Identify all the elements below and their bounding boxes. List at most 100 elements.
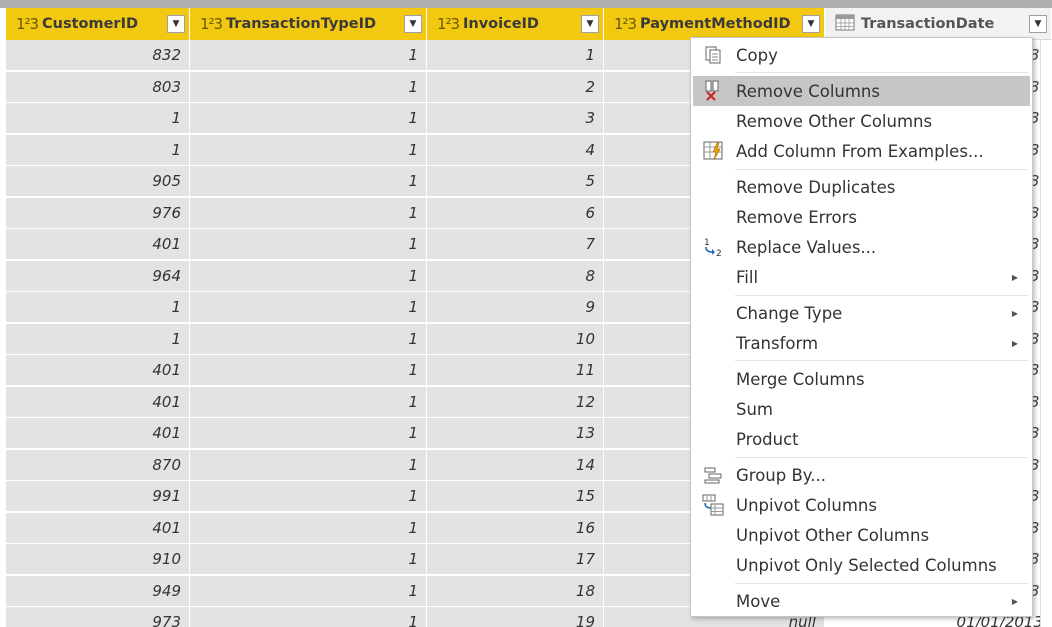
filter-dropdown-icon[interactable]: ▼ — [404, 15, 422, 33]
table-cell-customer[interactable]: 1 — [6, 323, 190, 355]
column-header-customerid[interactable]: 1²3 CustomerID ▼ — [6, 8, 190, 40]
table-cell-type[interactable]: 1 — [190, 512, 427, 544]
table-cell-type[interactable]: 1 — [190, 607, 427, 627]
filter-dropdown-icon[interactable]: ▼ — [167, 15, 185, 33]
menu-item-product[interactable]: Product — [693, 424, 1030, 454]
table-cell-type[interactable]: 1 — [190, 449, 427, 481]
table-cell-customer[interactable]: 964 — [6, 260, 190, 292]
table-cell-type[interactable]: 1 — [190, 71, 427, 103]
table-cell-customer[interactable]: 401 — [6, 355, 190, 386]
calendar-icon[interactable] — [835, 13, 861, 35]
table-cell-invoice[interactable]: 12 — [427, 386, 604, 418]
table-cell-type[interactable]: 1 — [190, 292, 427, 323]
table-cell-customer[interactable]: 910 — [6, 544, 190, 575]
table-cell-customer[interactable]: 1 — [6, 292, 190, 323]
table-cell-customer[interactable]: 905 — [6, 166, 190, 197]
menu-item-unpivot-columns[interactable]: Unpivot Columns — [693, 490, 1030, 520]
menu-item-add-column-from-examples[interactable]: Add Column From Examples... — [693, 136, 1030, 166]
column-header-invoiceid[interactable]: 1²3 InvoiceID ▼ — [427, 8, 604, 40]
whole-number-type-icon[interactable]: 1²3 — [437, 15, 463, 33]
table-cell-type[interactable]: 1 — [190, 575, 427, 607]
table-cell-customer[interactable]: 1 — [6, 134, 190, 166]
menu-item-sum[interactable]: Sum — [693, 394, 1030, 424]
table-cell-customer[interactable]: 973 — [6, 607, 190, 627]
column-header-paymentmethodid[interactable]: 1²3 PaymentMethodID ▼ — [604, 8, 825, 40]
table-cell-customer[interactable]: 949 — [6, 575, 190, 607]
table-cell-type[interactable]: 1 — [190, 197, 427, 229]
table-cell-customer[interactable]: 401 — [6, 512, 190, 544]
column-header-transactiontypeid[interactable]: 1²3 TransactionTypeID ▼ — [190, 8, 427, 40]
table-cell-invoice[interactable]: 7 — [427, 229, 604, 260]
table-cell-customer[interactable]: 401 — [6, 229, 190, 260]
table-cell-invoice[interactable]: 15 — [427, 481, 604, 512]
table-cell-invoice[interactable]: 9 — [427, 292, 604, 323]
menu-item-move[interactable]: Move ▶ — [693, 586, 1030, 616]
table-cell-customer[interactable]: 976 — [6, 197, 190, 229]
menu-item-copy[interactable]: Copy — [693, 40, 1030, 70]
menu-item-replace-values[interactable]: 12 Replace Values... — [693, 232, 1030, 262]
table-cell-customer[interactable]: 991 — [6, 481, 190, 512]
vertical-scrollbar[interactable] — [1040, 40, 1052, 627]
table-cell-invoice[interactable]: 6 — [427, 197, 604, 229]
table-cell-invoice[interactable]: 4 — [427, 134, 604, 166]
table-cell-customer[interactable]: 401 — [6, 386, 190, 418]
menu-item-label: Unpivot Columns — [736, 495, 877, 515]
table-cell-type[interactable]: 1 — [190, 323, 427, 355]
submenu-arrow-icon: ▶ — [1011, 596, 1018, 606]
table-cell-customer[interactable]: 832 — [6, 40, 190, 71]
submenu-arrow-icon: ▶ — [1011, 308, 1018, 318]
filter-dropdown-icon[interactable]: ▼ — [1029, 14, 1047, 33]
table-cell-customer[interactable]: 870 — [6, 449, 190, 481]
table-cell-type[interactable]: 1 — [190, 229, 427, 260]
table-cell-customer[interactable]: 401 — [6, 418, 190, 449]
menu-item-group-by[interactable]: Group By... — [693, 460, 1030, 490]
filter-dropdown-icon[interactable]: ▼ — [581, 15, 599, 33]
menu-item-label: Remove Columns — [736, 81, 880, 101]
table-cell-invoice[interactable]: 5 — [427, 166, 604, 197]
table-cell-invoice[interactable]: 11 — [427, 355, 604, 386]
column-header-transactiondate[interactable]: TransactionDate ▼ — [825, 8, 1052, 40]
menu-item-unpivot-other-columns[interactable]: Unpivot Other Columns — [693, 520, 1030, 550]
table-cell-type[interactable]: 1 — [190, 260, 427, 292]
table-cell-type[interactable]: 1 — [190, 103, 427, 134]
menu-item-remove-other-columns[interactable]: Remove Other Columns — [693, 106, 1030, 136]
table-cell-type[interactable]: 1 — [190, 386, 427, 418]
table-cell-type[interactable]: 1 — [190, 544, 427, 575]
menu-item-label: Transform — [736, 333, 819, 353]
menu-item-label: Remove Duplicates — [736, 177, 896, 197]
table-cell-customer[interactable]: 803 — [6, 71, 190, 103]
table-cell-invoice[interactable]: 16 — [427, 512, 604, 544]
table-cell-invoice[interactable]: 10 — [427, 323, 604, 355]
menu-item-unpivot-only-selected-columns[interactable]: Unpivot Only Selected Columns — [693, 550, 1030, 580]
table-cell-type[interactable]: 1 — [190, 40, 427, 71]
menu-item-change-type[interactable]: Change Type ▶ — [693, 298, 1030, 328]
table-cell-invoice[interactable]: 18 — [427, 575, 604, 607]
filter-dropdown-icon[interactable]: ▼ — [802, 15, 820, 33]
table-cell-invoice[interactable]: 3 — [427, 103, 604, 134]
menu-item-fill[interactable]: Fill ▶ — [693, 262, 1030, 292]
table-cell-invoice[interactable]: 13 — [427, 418, 604, 449]
whole-number-type-icon[interactable]: 1²3 — [200, 15, 226, 33]
table-cell-invoice[interactable]: 14 — [427, 449, 604, 481]
menu-item-merge-columns[interactable]: Merge Columns — [693, 364, 1030, 394]
menu-item-transform[interactable]: Transform ▶ — [693, 328, 1030, 358]
menu-item-label: Group By... — [736, 465, 826, 485]
table-cell-invoice[interactable]: 1 — [427, 40, 604, 71]
menu-item-remove-errors[interactable]: Remove Errors — [693, 202, 1030, 232]
table-cell-invoice[interactable]: 19 — [427, 607, 604, 627]
menu-item-label: Add Column From Examples... — [736, 141, 984, 161]
table-cell-type[interactable]: 1 — [190, 418, 427, 449]
whole-number-type-icon[interactable]: 1²3 — [614, 15, 640, 33]
menu-item-remove-duplicates[interactable]: Remove Duplicates — [693, 172, 1030, 202]
table-cell-invoice[interactable]: 8 — [427, 260, 604, 292]
menu-item-label: Fill — [736, 267, 759, 287]
whole-number-type-icon[interactable]: 1²3 — [16, 15, 42, 33]
table-cell-type[interactable]: 1 — [190, 481, 427, 512]
table-cell-invoice[interactable]: 17 — [427, 544, 604, 575]
table-cell-type[interactable]: 1 — [190, 166, 427, 197]
menu-item-remove-columns[interactable]: Remove Columns — [693, 76, 1030, 106]
table-cell-type[interactable]: 1 — [190, 134, 427, 166]
table-cell-invoice[interactable]: 2 — [427, 71, 604, 103]
table-cell-customer[interactable]: 1 — [6, 103, 190, 134]
table-cell-type[interactable]: 1 — [190, 355, 427, 386]
